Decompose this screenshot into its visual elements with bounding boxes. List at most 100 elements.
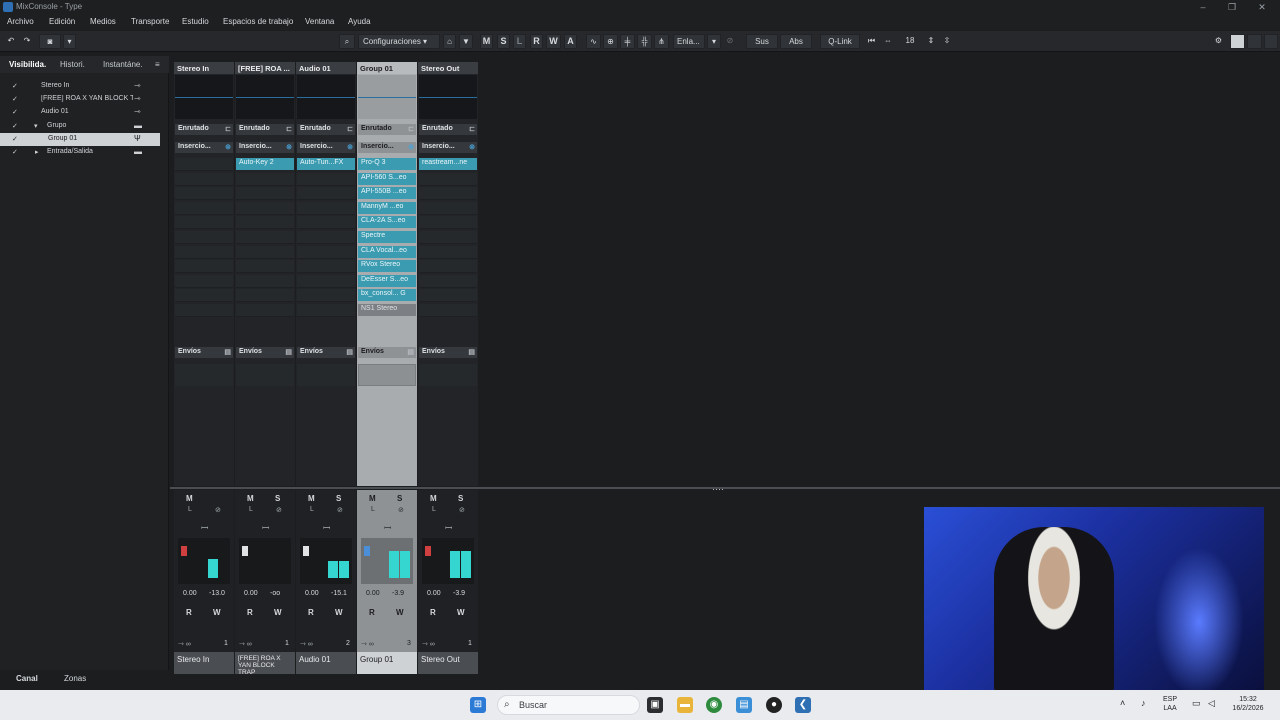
insert-slot[interactable]: Auto-Tun...FX [297, 158, 355, 170]
prev-channel-icon[interactable]: ⏮ [865, 34, 878, 49]
insert-slot[interactable]: Spectre [358, 231, 416, 243]
channel-name[interactable]: Stereo In [174, 652, 234, 674]
visibility-check-icon[interactable]: ✓ [12, 95, 18, 103]
configurations-select[interactable]: Configuraciones ▾ [358, 34, 440, 49]
send-slot[interactable] [297, 364, 355, 386]
menu-espacios[interactable]: Espacios de trabajo [223, 17, 293, 26]
empty-insert-slot[interactable] [236, 201, 294, 215]
empty-insert-slot[interactable] [175, 231, 233, 244]
filter-icon[interactable]: ▼ [459, 34, 473, 49]
routing-icon[interactable]: ⊏ [225, 125, 231, 133]
menu-ayuda[interactable]: Ayuda [348, 17, 371, 26]
routing-section-header[interactable]: Enrutado ⊏ [236, 124, 294, 135]
sends-menu-icon[interactable]: ▤ [468, 348, 475, 356]
visibility-check-icon[interactable]: ✓ [12, 122, 18, 130]
empty-insert-slot[interactable] [175, 216, 233, 230]
empty-insert-slot[interactable] [175, 172, 233, 186]
empty-insert-slot[interactable] [297, 201, 355, 215]
volume-value[interactable]: 0.00 [183, 590, 197, 597]
empty-insert-slot[interactable] [175, 304, 233, 317]
waveform-icon[interactable]: ∿ [586, 34, 601, 49]
cubase-taskbar-icon[interactable]: ❮ [795, 697, 811, 713]
channel-link-icon[interactable]: ╬ [637, 34, 652, 49]
phase-icon[interactable]: ⊘ [398, 506, 404, 514]
empty-insert-slot[interactable] [419, 172, 477, 186]
channel-strip[interactable]: M S L ⊘ ꟷ 0.00 -oo R W 1 ⇾ ∞ [FREE] ROA X YAN BLOCK… [235, 490, 295, 674]
obs-icon[interactable]: ● [766, 697, 782, 713]
routing-section-header[interactable]: Enrutado ⊏ [175, 124, 233, 135]
routing-section-header[interactable]: Enrutado ⊏ [419, 124, 477, 135]
bypass-icon[interactable]: ⊚ [408, 143, 414, 151]
empty-insert-slot[interactable] [419, 201, 477, 215]
empty-insert-slot[interactable] [297, 304, 355, 317]
inserts-section-header[interactable]: Insercio... ⊚ [358, 142, 416, 153]
empty-insert-slot[interactable] [419, 245, 477, 259]
read-automation-button[interactable]: R [247, 608, 253, 617]
expand-icon[interactable]: ▾ [34, 122, 38, 130]
chrome-icon[interactable]: ◉ [706, 697, 722, 713]
absolute-button[interactable]: Abs [780, 34, 812, 49]
send-slot[interactable] [419, 364, 477, 386]
phase-icon[interactable]: ⊘ [276, 506, 282, 514]
solo-button[interactable]: S [458, 494, 463, 503]
empty-insert-slot[interactable] [297, 187, 355, 201]
menu-ventana[interactable]: Ventana [305, 17, 334, 26]
microphone-icon[interactable]: ♪ [1141, 699, 1146, 708]
channel-header[interactable]: Group 01 [357, 62, 417, 74]
mute-button[interactable]: M [247, 494, 254, 503]
sends-section-header[interactable]: Envíos ▤ [175, 347, 233, 358]
volume-value[interactable]: 0.00 [366, 590, 380, 597]
qlink-button[interactable]: Q-Link [820, 34, 860, 49]
listen-all-button[interactable]: L [513, 34, 526, 49]
visibility-check-icon[interactable]: ✓ [12, 135, 18, 143]
mute-button[interactable]: M [369, 494, 376, 503]
channel-strip[interactable]: M S L ⊘ ꟷ 0.00 -15.1 R W 2 ⇾ ∞ Audio 01 [296, 490, 356, 674]
volume-value[interactable]: 0.00 [427, 590, 441, 597]
read-automation-button[interactable]: R [369, 608, 375, 617]
channel-strip[interactable]: M L ⊘ ꟷ 0.00 -13.0 R W 1 ⇾ ∞ Stereo In [174, 490, 234, 674]
insert-slot[interactable]: API-550B ...eo [358, 187, 416, 200]
read-automation-button[interactable]: R [186, 608, 192, 617]
channel-name[interactable]: [FREE] ROA X YAN BLOCK TRAP [235, 652, 295, 674]
tree-item-grupo[interactable]: ✓ ▾ Grupo ▬ [0, 120, 160, 133]
empty-insert-slot[interactable] [236, 260, 294, 274]
empty-insert-slot[interactable] [297, 216, 355, 230]
insert-slot[interactable]: bx_consol... G [358, 289, 416, 302]
solo-button[interactable]: S [397, 494, 402, 503]
inserts-section-header[interactable]: Insercio... ⊚ [297, 142, 355, 153]
empty-insert-slot[interactable] [419, 274, 477, 288]
tab-zonas[interactable]: Zonas [64, 674, 86, 683]
left-zone-icon[interactable] [1230, 34, 1245, 49]
close-button[interactable]: ✕ [1255, 1, 1269, 13]
mute-all-button[interactable]: M [480, 34, 493, 49]
fader-link-icon[interactable]: ╪ [620, 34, 635, 49]
empty-insert-slot[interactable] [175, 260, 233, 274]
listen-button[interactable]: L [249, 506, 253, 513]
settings-gear-icon[interactable]: ⚙ [1211, 34, 1226, 49]
empty-insert-slot[interactable] [297, 172, 355, 186]
insert-slot[interactable]: RVox Stereo [358, 260, 416, 273]
write-automation-button[interactable]: W [457, 608, 465, 617]
sends-menu-icon[interactable]: ▤ [224, 348, 231, 356]
empty-insert-slot[interactable] [297, 289, 355, 303]
empty-insert-slot[interactable] [236, 289, 294, 303]
volume-value[interactable]: 0.00 [244, 590, 258, 597]
read-automation-button[interactable]: R [308, 608, 314, 617]
volume-value[interactable]: 0.00 [305, 590, 319, 597]
maximize-button[interactable]: ❐ [1225, 1, 1239, 13]
splitter-handle-icon[interactable]: ···· [712, 484, 724, 494]
pan-control[interactable]: ꟷ [262, 521, 269, 534]
insert-slot[interactable]: CLA Vocal...eo [358, 245, 416, 258]
channel-header[interactable]: Stereo Out [418, 62, 478, 74]
empty-insert-slot[interactable] [236, 245, 294, 259]
empty-insert-slot[interactable] [175, 289, 233, 303]
empty-insert-slot[interactable] [297, 260, 355, 274]
write-all-button[interactable]: W [546, 34, 561, 49]
bypass-icon[interactable]: ⊚ [286, 143, 292, 151]
network-icon[interactable]: ▭ [1192, 699, 1201, 708]
solo-button[interactable]: S [336, 494, 341, 503]
tree-item-group-01[interactable]: ✓ Group 01 Ψ [0, 133, 160, 146]
menu-transporte[interactable]: Transporte [131, 17, 169, 26]
rack-fader-splitter[interactable] [170, 487, 1280, 489]
empty-insert-slot[interactable] [236, 304, 294, 317]
